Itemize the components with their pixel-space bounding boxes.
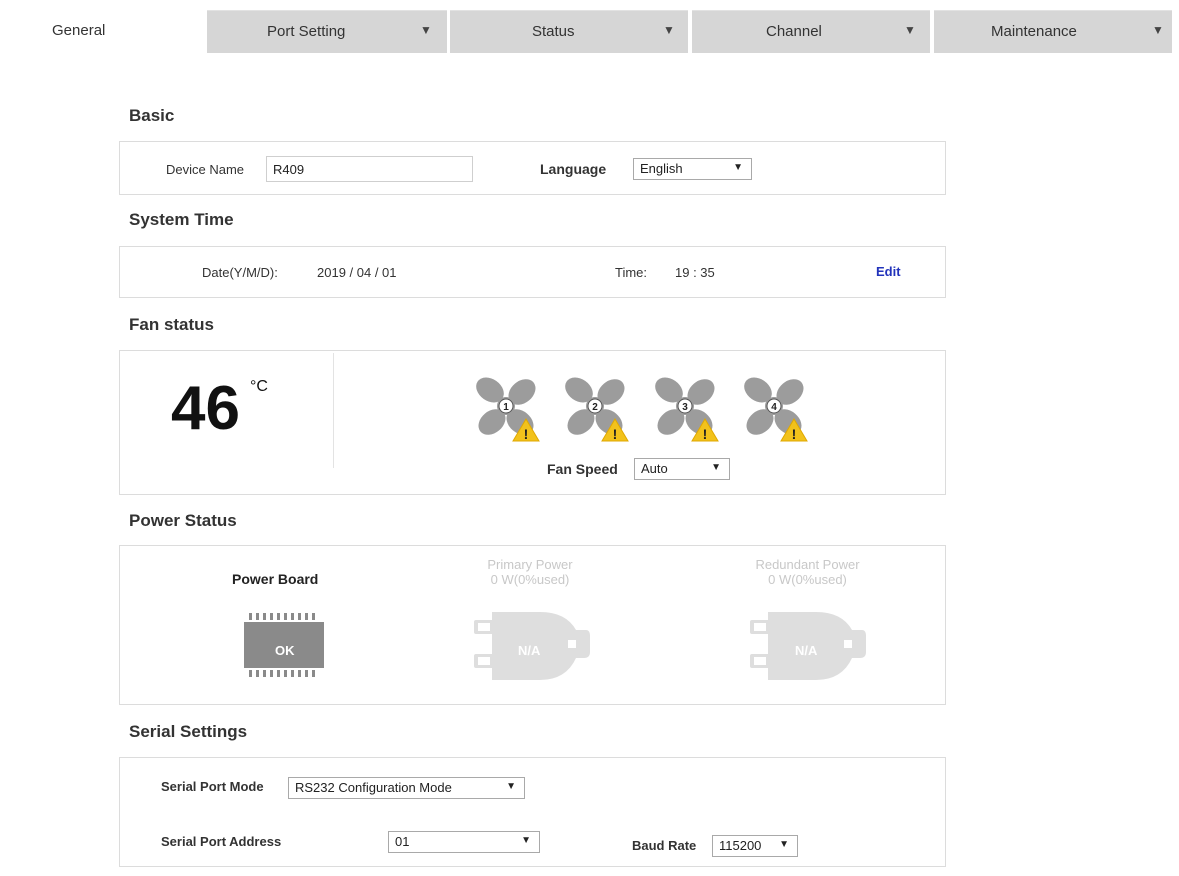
fan-speed-select[interactable]: Auto ▼ [634, 458, 730, 480]
tab-maintenance-label: Maintenance [991, 23, 1077, 40]
date-label: Date(Y/M/D): [202, 265, 278, 280]
temperature-value: 46 [171, 374, 240, 443]
warning-icon: ! [780, 418, 808, 442]
svg-text:!: ! [524, 426, 529, 442]
tab-channel[interactable]: Channel ▼ [692, 10, 930, 53]
warning-icon: ! [691, 418, 719, 442]
fan-speed-select-value: Auto [641, 461, 668, 476]
redundant-power-label: Redundant Power [755, 557, 860, 572]
chevron-down-icon: ▼ [1152, 23, 1164, 37]
panel-divider [333, 353, 334, 468]
warning-icon: ! [601, 418, 629, 442]
serial-port-address-value: 01 [395, 834, 410, 849]
svg-text:!: ! [703, 426, 708, 442]
redundant-power-value: 0 W(0%used) [768, 572, 847, 587]
fan-1: 1 ! [470, 370, 546, 442]
time-value: 19 : 35 [675, 265, 715, 280]
tab-port-setting[interactable]: Port Setting ▼ [207, 10, 447, 53]
serial-settings-section-title: Serial Settings [129, 722, 248, 741]
chevron-down-icon: ▼ [904, 23, 916, 37]
serial-port-address-select[interactable]: 01 ▼ [388, 831, 540, 853]
tab-channel-label: Channel [766, 23, 822, 40]
power-board-label: Power Board [232, 571, 319, 587]
baud-rate-select[interactable]: 115200 ▼ [712, 835, 798, 857]
date-value: 2019 / 04 / 01 [317, 265, 397, 280]
device-name-input[interactable]: R409 [266, 156, 473, 182]
power-board-status: OK [275, 643, 295, 658]
serial-settings-panel: Serial Port Mode RS232 Configuration Mod… [119, 757, 946, 867]
baud-rate-label: Baud Rate [632, 838, 697, 853]
power-status-section-title: Power Status [129, 511, 237, 530]
primary-power-value: 0 W(0%used) [490, 572, 570, 587]
time-label: Time: [615, 265, 648, 280]
device-name-label: Device Name [166, 162, 245, 177]
chevron-down-icon: ▼ [711, 462, 721, 473]
edit-time-link[interactable]: Edit [876, 264, 901, 279]
tab-general-label: General [52, 22, 106, 39]
fan-number: 2 [592, 402, 598, 413]
primary-power-status: N/A [518, 643, 541, 658]
tab-maintenance[interactable]: Maintenance ▼ [934, 10, 1172, 53]
svg-text:!: ! [792, 426, 797, 442]
serial-port-mode-value: RS232 Configuration Mode [295, 780, 452, 795]
chevron-down-icon: ▼ [420, 23, 432, 37]
tab-bar: General Port Setting ▼ Status ▼ Channel … [0, 0, 1179, 60]
language-label: Language [540, 161, 607, 177]
chevron-down-icon: ▼ [663, 23, 675, 37]
primary-power-label: Primary Power [487, 557, 573, 572]
serial-port-mode-label: Serial Port Mode [161, 779, 264, 794]
basic-panel: Device Name R409 Language English ▼ [119, 141, 946, 195]
tab-status-label: Status [532, 23, 575, 40]
tab-port-setting-label: Port Setting [267, 23, 346, 40]
chevron-down-icon: ▼ [733, 162, 743, 173]
warning-icon: ! [512, 418, 540, 442]
system-time-section-title: System Time [129, 210, 234, 229]
temperature-unit: °C [250, 378, 268, 395]
system-time-panel: Date(Y/M/D): 2019 / 04 / 01 Time: 19 : 3… [119, 246, 946, 298]
chevron-down-icon: ▼ [506, 781, 516, 792]
fan-3: 3 ! [649, 370, 725, 442]
chevron-down-icon: ▼ [779, 839, 789, 850]
fan-number: 1 [503, 402, 509, 413]
tab-status[interactable]: Status ▼ [450, 10, 688, 53]
fan-2: 2 ! [559, 370, 635, 442]
fan-status-section-title: Fan status [129, 315, 215, 334]
language-select-value: English [640, 161, 683, 176]
redundant-power-status: N/A [795, 643, 818, 658]
fan-speed-label: Fan Speed [547, 461, 618, 477]
fan-4: 4 ! [738, 370, 814, 442]
chevron-down-icon: ▼ [521, 835, 531, 846]
fan-number: 3 [682, 402, 688, 413]
svg-text:!: ! [613, 426, 618, 442]
language-select[interactable]: English ▼ [633, 158, 752, 180]
basic-section-title: Basic [129, 106, 175, 125]
serial-port-mode-select[interactable]: RS232 Configuration Mode ▼ [288, 777, 525, 799]
fan-number: 4 [771, 402, 777, 413]
serial-port-address-label: Serial Port Address [161, 834, 282, 849]
tab-general[interactable]: General [0, 10, 205, 53]
baud-rate-value: 115200 [719, 838, 762, 853]
